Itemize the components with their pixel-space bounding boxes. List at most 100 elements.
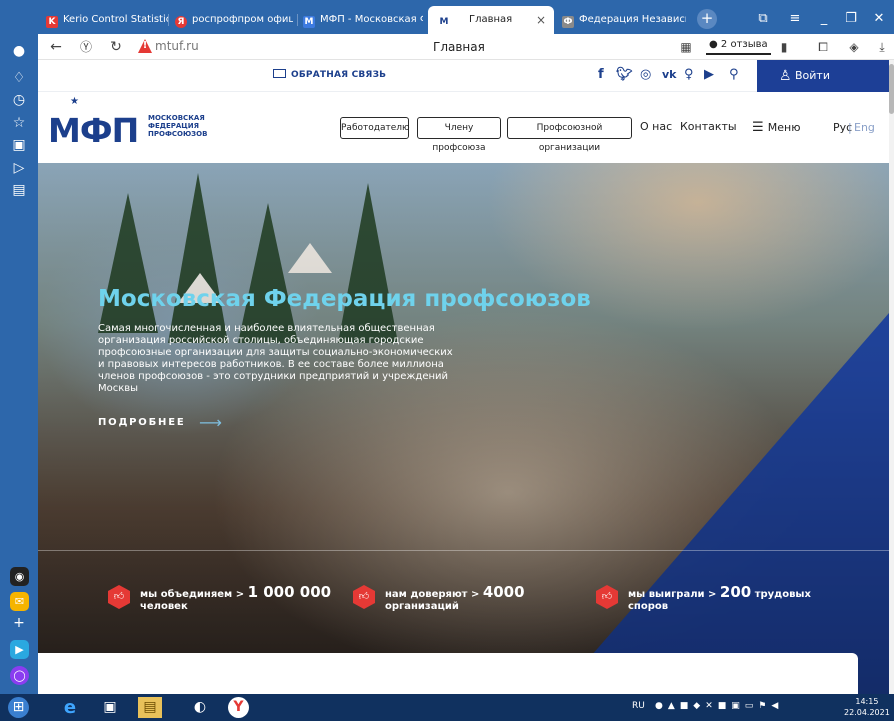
more-link[interactable]: ПОДРОБНЕЕ <box>98 417 185 428</box>
protect-icon[interactable]: ▦ <box>676 37 696 57</box>
vk-icon[interactable]: vk <box>662 67 677 83</box>
content-card <box>38 653 858 694</box>
clock-time: 14:15 <box>855 697 879 706</box>
nav-about-link[interactable]: О нас <box>640 120 672 133</box>
tabs-list-icon[interactable]: ⧉ <box>752 8 774 30</box>
new-tab-button[interactable]: + <box>697 9 717 29</box>
site-logo[interactable]: МФП <box>48 111 139 150</box>
logo-star-icon: ★ <box>70 96 79 107</box>
search-icon[interactable]: ⚲ <box>729 67 739 83</box>
stat-line-2: споров <box>628 601 669 612</box>
nav-contacts-link[interactable]: Контакты <box>680 120 737 133</box>
facebook-icon[interactable]: f <box>598 67 604 83</box>
logo-subtitle: МОСКОВСКАЯ ФЕДЕРАЦИЯ ПРОФСОЮЗОВ <box>148 114 207 138</box>
restore-icon[interactable]: ❐ <box>840 8 862 30</box>
extensions-icon[interactable]: ◈ <box>844 37 864 57</box>
hero-banner: Московская Федерация профсоюзов Самая мн… <box>38 163 889 694</box>
site-navbar: ★ МФП МОСКОВСКАЯ ФЕДЕРАЦИЯ ПРОФСОЮЗОВ Ра… <box>38 93 889 163</box>
network-app-icon[interactable]: ◐ <box>188 697 212 718</box>
instagram-icon[interactable]: ◎ <box>640 67 651 83</box>
reload-icon[interactable]: ↻ <box>106 37 126 57</box>
lang-en-link[interactable]: Eng <box>854 121 875 134</box>
hero-divider <box>38 550 889 551</box>
hamburger-icon: ☰ <box>752 120 764 135</box>
site-topbar: ОБРАТНАЯ СВЯЗЬ f 🐦︎ ◎ vk ♀ ▶ ⚲ ♙ Войти <box>38 60 889 92</box>
yandex-icon: Я <box>175 16 187 28</box>
stat-line-1: нам доверяют > 4000 <box>385 583 525 601</box>
explorer-icon[interactable]: ▤ <box>138 697 162 718</box>
app-camera-icon[interactable]: ◉ <box>10 567 29 586</box>
app-alice-icon[interactable]: ◯ <box>10 666 29 685</box>
tab-separator <box>297 14 298 26</box>
back-icon[interactable]: ← <box>46 37 66 57</box>
arrow-right-icon[interactable]: ⟶ <box>199 413 222 432</box>
scrollbar-thumb[interactable] <box>889 64 894 114</box>
tab-federation[interactable]: Ф Федерация Независим <box>562 8 686 32</box>
odnoklassniki-icon[interactable]: ♀ <box>684 67 694 83</box>
clock-date: 22.04.2021 <box>844 708 890 717</box>
add-app-icon[interactable]: + <box>10 614 28 632</box>
history-icon[interactable]: ◷ <box>10 91 28 109</box>
menu-button[interactable]: ☰ Меню <box>752 120 801 135</box>
play-icon[interactable]: ▷ <box>10 159 28 177</box>
stat-line-1: мы объединяем > 1 000 000 <box>140 583 331 601</box>
stat-value: 200 <box>719 583 752 601</box>
bell-icon[interactable]: ♢ <box>10 69 28 87</box>
tab-rosprofprom[interactable]: Яроспрофпром официа <box>175 8 293 32</box>
download-icon[interactable]: ⤓ <box>872 37 892 57</box>
hero-overlay <box>38 163 889 694</box>
youtube-icon[interactable]: ▶ <box>704 67 714 83</box>
browser-tab-strip: K Kerio Control Statistics Яроспрофпром о… <box>0 0 894 34</box>
profile-icon[interactable]: ● <box>10 42 28 60</box>
tab-label: Главная <box>469 14 513 25</box>
close-tab-icon[interactable]: × <box>536 6 546 34</box>
tab-label: роспрофпром официа <box>192 14 293 25</box>
ie-icon[interactable]: e <box>58 697 82 718</box>
language-indicator[interactable]: RU <box>632 701 645 711</box>
yandex-browser-icon[interactable]: Y <box>228 697 249 718</box>
reviews-label: 2 отзыва <box>720 39 768 50</box>
login-button[interactable]: ♙ Войти <box>757 60 889 92</box>
start-icon[interactable]: ⊞ <box>8 697 29 718</box>
favorites-icon[interactable]: ☆ <box>10 114 28 132</box>
address-page-title[interactable]: Главная <box>433 40 485 54</box>
hero-title: Московская Федерация профсоюзов <box>98 286 591 312</box>
url-domain[interactable]: mtuf.ru <box>155 39 199 53</box>
menu-label: Меню <box>767 121 801 134</box>
tray-icons[interactable]: ●▲■◆✕■▣▭⚑◀ <box>655 701 783 711</box>
minimize-icon[interactable]: _ <box>813 8 835 30</box>
bookmark-icon[interactable]: ▮ <box>774 37 794 57</box>
nav-employer-button[interactable]: Работодателю <box>340 117 410 139</box>
media-player-icon[interactable]: ▣ <box>98 697 122 718</box>
twitter-icon[interactable]: 🐦︎ <box>616 67 633 83</box>
collections-icon[interactable]: ▣ <box>10 136 28 154</box>
nav-member-button[interactable]: Члену профсоюза <box>417 117 501 153</box>
tab-label: Федерация Независим <box>579 14 686 25</box>
page-scrollbar[interactable] <box>889 60 894 694</box>
tab-glavnaya[interactable]: M Главная × <box>428 6 554 34</box>
menu-icon[interactable]: ≡ <box>784 8 806 30</box>
tab-mfp[interactable]: M МФП - Московская Фе <box>303 8 423 32</box>
warning-icon[interactable]: ! <box>138 39 152 53</box>
app-messenger-icon[interactable]: ▶ <box>10 640 29 659</box>
close-window-icon[interactable]: ✕ <box>868 8 890 30</box>
stat-prefix: нам доверяют > <box>385 589 480 600</box>
tab-label: МФП - Московская Фе <box>320 14 423 25</box>
reader-icon[interactable]: ⧠ <box>813 37 833 57</box>
reviews-badge[interactable]: ● 2 отзыва <box>706 37 771 55</box>
app-mail-icon[interactable]: ✉ <box>10 592 29 611</box>
feedback-link[interactable]: ОБРАТНАЯ СВЯЗЬ <box>273 69 386 80</box>
stat-value: 1 000 000 <box>247 583 332 601</box>
stat-value: 4000 <box>482 583 525 601</box>
nav-organization-button[interactable]: Профсоюзной организации <box>507 117 632 153</box>
tab-kerio[interactable]: K Kerio Control Statistics <box>46 8 168 32</box>
system-clock[interactable]: 14:15 22.04.2021 <box>844 696 890 718</box>
user-icon: ♙ <box>779 68 792 84</box>
windows-taskbar: ⊞ e ▣ ▤ ◐ Y RU ●▲■◆✕■▣▭⚑◀ 14:15 22.04.20… <box>0 694 894 721</box>
stat-prefix: мы выиграли > <box>628 589 717 600</box>
yandex-home-icon[interactable]: Ⓨ <box>76 37 96 57</box>
address-bar: ← Ⓨ ↻ ! mtuf.ru Главная ▦ ● 2 отзыва ▮ ⧠… <box>38 34 894 60</box>
stat-line-2: человек <box>140 601 188 612</box>
downloads-icon[interactable]: ▤ <box>10 181 28 199</box>
kerio-icon: K <box>46 16 58 28</box>
